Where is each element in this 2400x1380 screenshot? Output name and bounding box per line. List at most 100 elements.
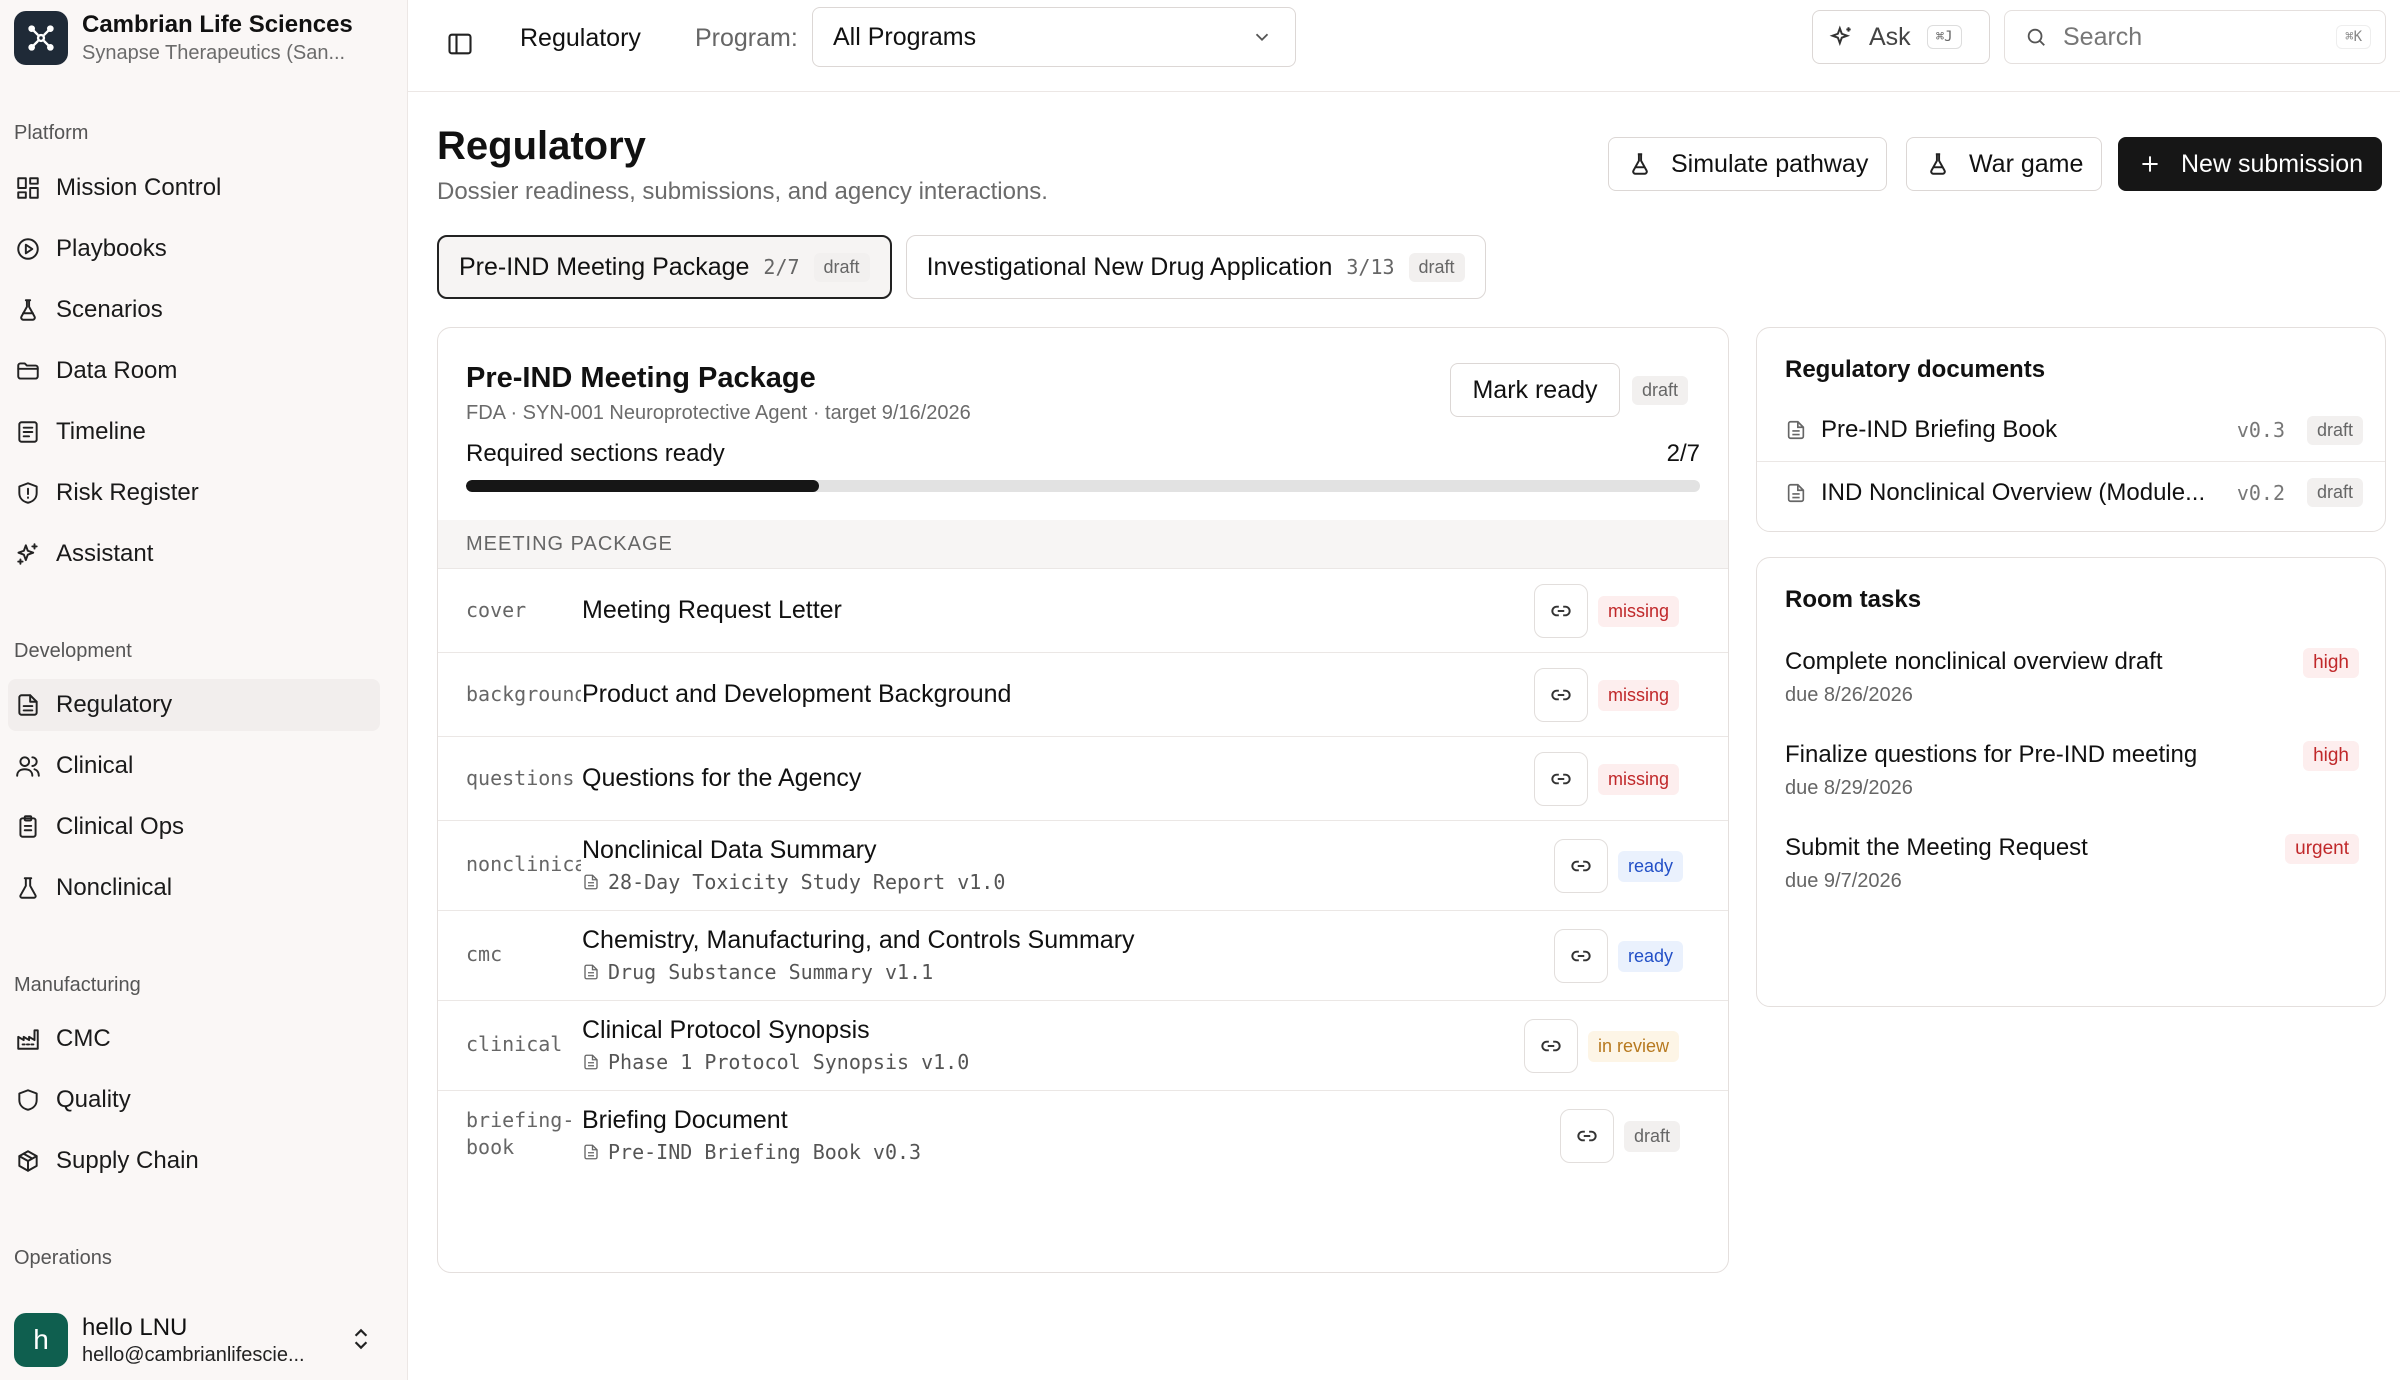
link-icon: [1577, 1130, 1597, 1142]
status-badge: missing: [1598, 596, 1680, 627]
row-linked-doc[interactable]: Phase 1 Protocol Synopsis v1.0: [582, 1050, 969, 1074]
sidebar-toggle-button[interactable]: [438, 22, 482, 66]
row-linked-doc[interactable]: Drug Substance Summary v1.1: [582, 960, 933, 984]
user-menu[interactable]: h hello LNU hello@cambrianlifescie...: [14, 1310, 394, 1370]
status-badge: draft: [2306, 415, 2363, 445]
search-shortcut: ⌘K: [2336, 25, 2371, 49]
package-status-badge: draft: [1632, 376, 1689, 405]
simulate-pathway-button[interactable]: Simulate pathway: [1608, 137, 1888, 191]
row-doc-name: Phase 1 Protocol Synopsis v1.0: [608, 1050, 970, 1074]
beaker-icon: [14, 874, 42, 902]
sidebar-item-cmc[interactable]: CMC: [8, 1013, 380, 1065]
document-item[interactable]: Pre-IND Briefing Book v0.3 draft: [1757, 399, 2385, 461]
sidebar: Cambrian Life Sciences Synapse Therapeut…: [0, 0, 408, 1380]
sidebar-item-mission-control[interactable]: Mission Control: [8, 162, 380, 214]
row-title: Questions for the Agency: [582, 764, 862, 792]
table-row: cmc Chemistry, Manufacturing, and Contro…: [438, 910, 1728, 1000]
task-item[interactable]: Submit the Meeting Request due 9/7/2026 …: [1785, 834, 2359, 893]
ask-button[interactable]: Ask ⌘J: [1812, 10, 1990, 64]
topbar: Regulatory Program: All Programs Ask ⌘J …: [408, 0, 2400, 92]
org-logo-icon: [28, 25, 54, 51]
play-circle-icon: [14, 235, 42, 263]
mark-ready-button[interactable]: Mark ready: [1450, 363, 1620, 417]
link-icon: [1551, 689, 1571, 701]
nav-section-manufacturing: Manufacturing: [14, 974, 141, 996]
task-item[interactable]: Complete nonclinical overview draft due …: [1785, 648, 2359, 707]
nav-section-platform: Platform: [14, 122, 89, 144]
chevrons-up-down-icon: [348, 1326, 376, 1354]
war-game-label: War game: [1969, 149, 2084, 178]
link-button[interactable]: [1560, 1109, 1614, 1163]
priority-badge: high: [2303, 648, 2359, 678]
tab-pre-ind-meeting-package[interactable]: Pre-IND Meeting Package 2/7 draft: [437, 235, 892, 299]
status-badge: draft: [1408, 252, 1465, 282]
card-title: Regulatory documents: [1785, 356, 2046, 383]
clipboard-icon: [14, 813, 42, 841]
row-linked-doc[interactable]: Pre-IND Briefing Book v0.3: [582, 1140, 921, 1164]
tab-count: 2/7: [763, 255, 800, 279]
link-button[interactable]: [1524, 1019, 1578, 1073]
sidebar-item-label: Scenarios: [56, 296, 163, 323]
package-card: Pre-IND Meeting Package FDA · SYN-001 Ne…: [437, 327, 1729, 1273]
sidebar-item-quality[interactable]: Quality: [8, 1074, 380, 1126]
sidebar-item-assistant[interactable]: Assistant: [8, 528, 380, 580]
plus-icon: [2142, 156, 2158, 172]
sidebar-item-timeline[interactable]: Timeline: [8, 406, 380, 458]
document-item[interactable]: IND Nonclinical Overview (Module... v0.2…: [1757, 461, 2385, 523]
sidebar-item-clinical-ops[interactable]: Clinical Ops: [8, 801, 380, 853]
sidebar-item-supply-chain[interactable]: Supply Chain: [8, 1135, 380, 1187]
file-icon: [584, 874, 598, 890]
war-game-button[interactable]: War game: [1906, 137, 2103, 191]
search-input[interactable]: Search ⌘K: [2004, 10, 2386, 64]
sidebar-item-nonclinical[interactable]: Nonclinical: [8, 862, 380, 914]
sidebar-item-clinical[interactable]: Clinical: [8, 740, 380, 792]
file-icon: [584, 964, 598, 980]
sparkles-icon: [1829, 25, 1851, 46]
sidebar-item-label: Clinical Ops: [56, 813, 185, 840]
flask-icon: [14, 296, 42, 324]
sidebar-item-playbooks[interactable]: Playbooks: [8, 223, 380, 275]
progress-count: 2/7: [1666, 440, 1700, 467]
status-badge: missing: [1598, 764, 1680, 795]
row-title: Clinical Protocol Synopsis: [582, 1016, 870, 1044]
row-doc-name: Pre-IND Briefing Book v0.3: [608, 1140, 922, 1164]
link-button[interactable]: [1534, 752, 1588, 806]
new-submission-button[interactable]: New submission: [2118, 137, 2383, 191]
file-icon: [1787, 420, 1805, 440]
page-title: Regulatory: [437, 124, 646, 168]
progress-label: Required sections ready: [466, 440, 725, 467]
sidebar-item-risk-register[interactable]: Risk Register: [8, 467, 380, 519]
org-name: Cambrian Life Sciences: [82, 11, 353, 38]
link-button[interactable]: [1554, 929, 1608, 983]
task-due: due 8/29/2026: [1785, 777, 1913, 799]
tab-count: 3/13: [1346, 255, 1395, 279]
program-select-value: All Programs: [833, 22, 977, 51]
dashboard-icon: [14, 174, 42, 202]
link-button[interactable]: [1534, 668, 1588, 722]
sidebar-item-regulatory[interactable]: Regulatory: [8, 679, 380, 731]
sidebar-item-scenarios[interactable]: Scenarios: [8, 284, 380, 336]
table-row: questions Questions for the Agency missi…: [438, 736, 1728, 820]
main-content: Regulatory Dossier readiness, submission…: [408, 92, 2400, 1380]
link-button[interactable]: [1554, 839, 1608, 893]
link-icon: [1551, 605, 1571, 617]
row-key: questions: [466, 766, 575, 790]
file-icon: [584, 1144, 598, 1160]
flask-icon: [1632, 153, 1648, 175]
priority-badge: urgent: [2285, 834, 2359, 864]
task-item[interactable]: Finalize questions for Pre-IND meeting d…: [1785, 741, 2359, 800]
row-linked-doc[interactable]: 28-Day Toxicity Study Report v1.0: [582, 870, 1005, 894]
sidebar-item-label: Supply Chain: [56, 1147, 199, 1174]
task-due: due 9/7/2026: [1785, 870, 1902, 892]
link-button[interactable]: [1534, 584, 1588, 638]
package-title: Pre-IND Meeting Package: [466, 362, 816, 394]
org-switcher[interactable]: Cambrian Life Sciences Synapse Therapeut…: [14, 8, 398, 68]
sidebar-item-data-room[interactable]: Data Room: [8, 345, 380, 397]
sidebar-item-label: Nonclinical: [56, 874, 173, 901]
tab-ind-application[interactable]: Investigational New Drug Application 3/1…: [905, 235, 1486, 299]
program-select[interactable]: All Programs: [812, 7, 1296, 67]
sidebar-item-label: Regulatory: [56, 691, 173, 718]
list-icon: [14, 418, 42, 446]
status-badge: draft: [1624, 1121, 1681, 1152]
row-title: Product and Development Background: [582, 680, 1012, 708]
